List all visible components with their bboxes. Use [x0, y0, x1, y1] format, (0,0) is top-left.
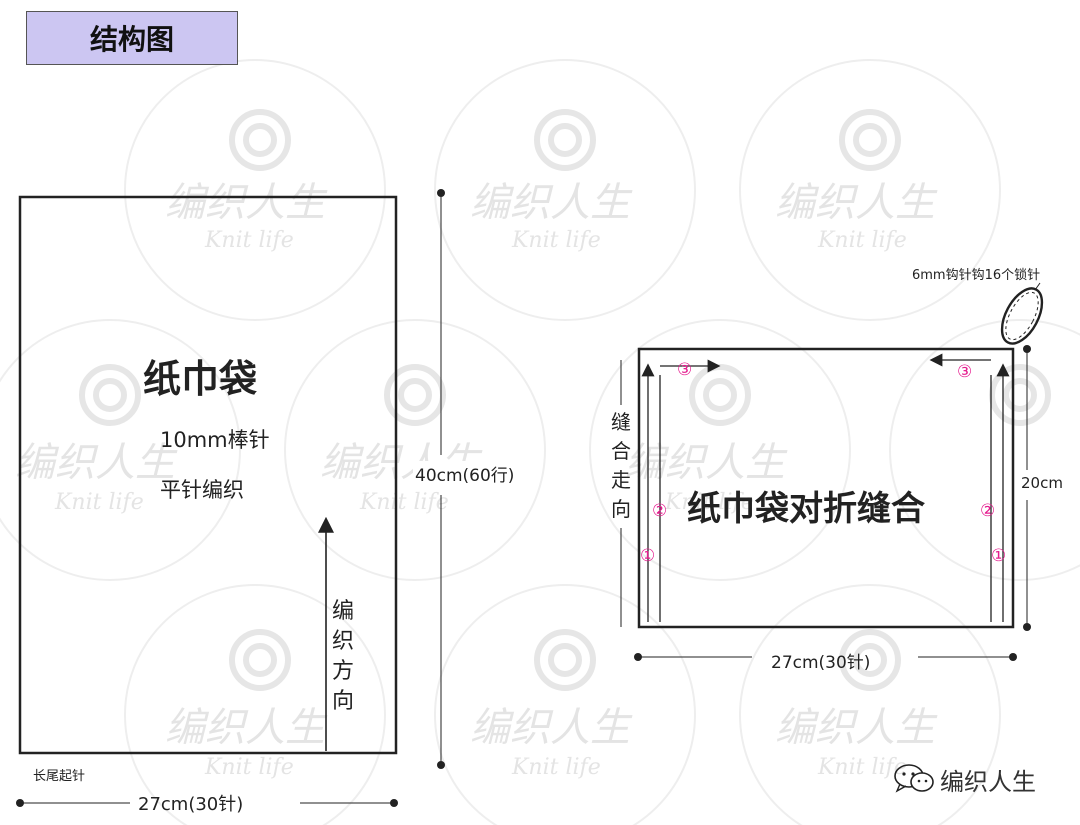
- marker-3-right: ③: [957, 362, 973, 382]
- fold-seam-title: 纸巾袋对折缝合: [687, 489, 925, 529]
- diagram-lines: [16, 189, 1044, 807]
- dim-endpoint: [390, 799, 398, 807]
- width-dim-label: 27cm(30针): [138, 794, 244, 815]
- piece-name: 纸巾袋: [143, 357, 258, 401]
- footer-brand: 编织人生: [940, 768, 1036, 796]
- marker-2-right: ②: [980, 501, 996, 521]
- dim-endpoint: [1023, 623, 1031, 631]
- dim-endpoint: [1009, 653, 1017, 661]
- seam-direction-label: 缝合走向: [611, 410, 631, 521]
- right-width-label: 27cm(30针): [771, 653, 871, 673]
- needle-spec: 10mm棒针: [160, 428, 270, 452]
- marker-2-left: ②: [652, 501, 668, 521]
- right-height-label: 20cm: [1021, 474, 1063, 492]
- chain-loop-note: 6mm钩针钩16个锁针: [912, 268, 1041, 283]
- marker-1-left: ①: [640, 546, 656, 566]
- height-dim-label: 40cm(60行): [413, 461, 517, 486]
- dim-endpoint: [437, 189, 445, 197]
- stitch-type: 平针编织: [160, 478, 244, 502]
- marker-3-left: ③: [677, 360, 693, 380]
- knitting-direction-label: 编织方向: [331, 599, 354, 714]
- chain-loop-icon: [1000, 282, 1044, 345]
- marker-1-right: ①: [991, 546, 1007, 566]
- dim-endpoint: [634, 653, 642, 661]
- chat-bubble-icon: [892, 762, 936, 800]
- dim-endpoint: [437, 761, 445, 769]
- cast-on-label: 长尾起针: [33, 769, 86, 784]
- dim-endpoint: [1023, 345, 1031, 353]
- dim-endpoint: [16, 799, 24, 807]
